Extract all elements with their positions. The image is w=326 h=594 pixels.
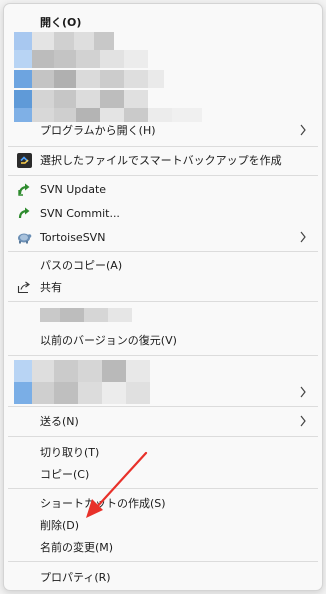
menu-item-cut-label: 切り取り(T) [40, 446, 100, 459]
separator [8, 251, 318, 252]
tortoisesvn-icon [16, 229, 32, 245]
separator [8, 355, 318, 356]
chevron-right-icon [298, 413, 308, 429]
menu-item-delete[interactable]: 削除(D) [8, 513, 318, 537]
separator [8, 406, 318, 407]
menu-item-tortoisesvn[interactable]: TortoiseSVN [8, 225, 318, 249]
separator [8, 561, 318, 562]
menu-item-svn-commit[interactable]: SVN Commit... [8, 201, 318, 225]
menu-item-restore-previous[interactable]: 以前のバージョンの復元(V) [8, 328, 318, 352]
menu-item-tortoisesvn-label: TortoiseSVN [40, 230, 106, 244]
chevron-right-icon [298, 122, 308, 138]
menu-item-create-shortcut[interactable]: ショートカットの作成(S) [8, 491, 318, 515]
separator [8, 488, 318, 489]
menu-item-smart-backup-label: 選択したファイルでスマートバックアップを作成 [40, 154, 282, 167]
menu-item-share-label: 共有 [40, 281, 62, 294]
context-menu: 開く(O) プログラムから開く(H) 選択したファイルでスマートバックアップを作… [3, 3, 323, 591]
menu-item-open-with-label: プログラムから開く(H) [40, 124, 156, 137]
chevron-right-icon [298, 384, 308, 400]
menu-item-svn-update[interactable]: SVN Update [8, 177, 318, 201]
menu-item-delete-label: 削除(D) [40, 519, 80, 532]
share-icon [16, 279, 32, 295]
menu-item-send-to[interactable]: 送る(N) [8, 409, 318, 433]
menu-item-cut[interactable]: 切り取り(T) [8, 440, 318, 464]
svn-commit-icon [16, 205, 32, 221]
menu-item-copy-label: コピー(C) [40, 468, 90, 481]
redacted-menu-items [14, 360, 164, 404]
separator [8, 436, 318, 437]
menu-item-copy-path[interactable]: パスのコピー(A) [8, 253, 318, 277]
menu-item-properties[interactable]: プロパティ(R) [8, 565, 318, 589]
menu-item-smart-backup[interactable]: 選択したファイルでスマートバックアップを作成 [8, 148, 318, 172]
menu-item-create-shortcut-label: ショートカットの作成(S) [40, 497, 166, 510]
redacted-menu-items [14, 32, 214, 122]
menu-item-restore-previous-label: 以前のバージョンの復元(V) [40, 334, 177, 347]
smart-backup-icon [16, 152, 32, 168]
menu-item-open-with[interactable]: プログラムから開く(H) [8, 118, 318, 142]
separator [8, 175, 318, 176]
menu-item-open-label: 開く(O) [40, 16, 82, 29]
menu-item-properties-label: プロパティ(R) [40, 571, 111, 584]
menu-item-rename-label: 名前の変更(M) [40, 541, 114, 554]
menu-item-send-to-label: 送る(N) [40, 415, 79, 428]
chevron-right-icon [298, 229, 308, 245]
svn-update-icon [16, 181, 32, 197]
separator [8, 146, 318, 147]
menu-item-svn-commit-label: SVN Commit... [40, 206, 120, 220]
menu-item-share[interactable]: 共有 [8, 275, 318, 299]
separator [8, 301, 318, 302]
menu-item-svn-update-label: SVN Update [40, 182, 107, 196]
menu-item-open[interactable]: 開く(O) [8, 10, 318, 34]
menu-item-copy[interactable]: コピー(C) [8, 462, 318, 486]
redacted-menu-item [40, 308, 132, 322]
menu-item-rename[interactable]: 名前の変更(M) [8, 535, 318, 559]
menu-item-copy-path-label: パスのコピー(A) [40, 259, 123, 272]
